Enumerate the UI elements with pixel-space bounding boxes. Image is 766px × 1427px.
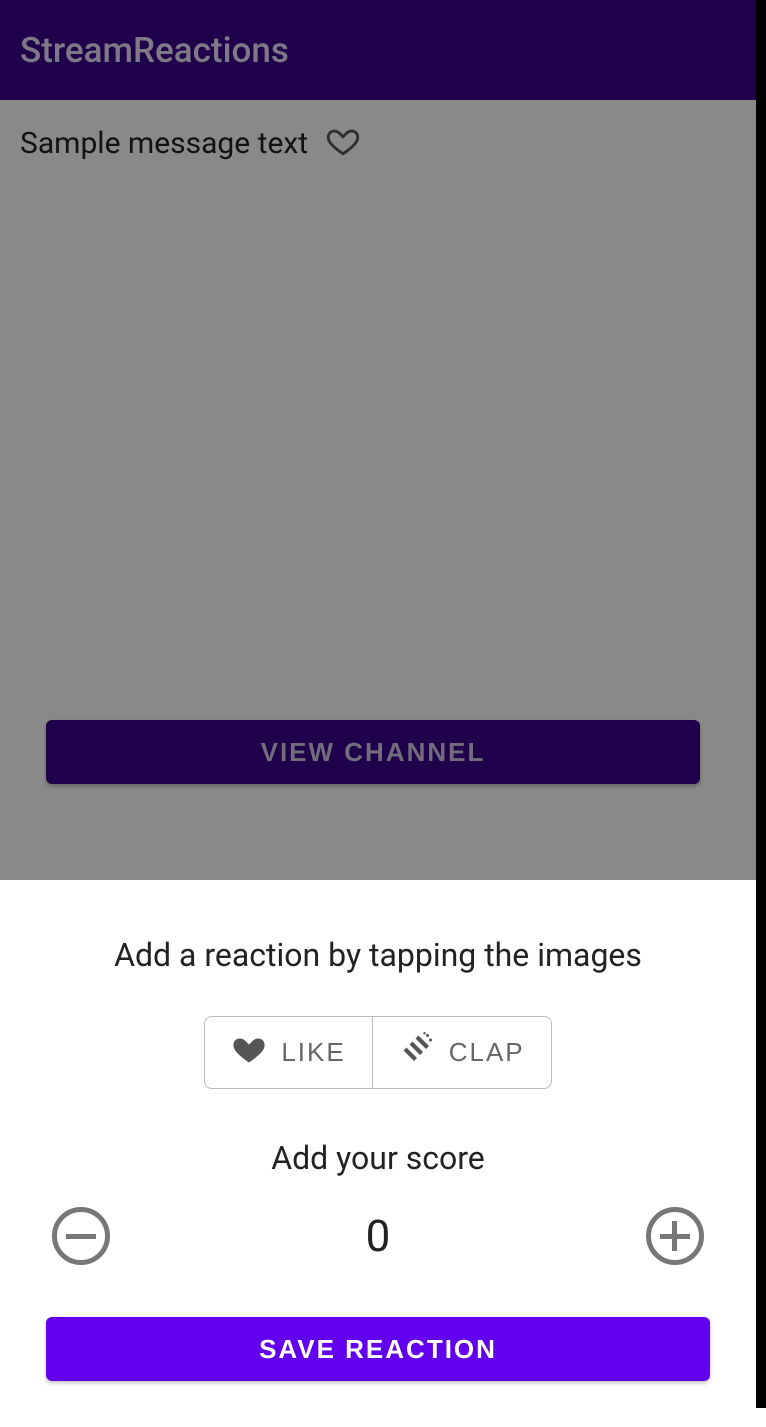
heart-outline-icon[interactable] bbox=[326, 124, 360, 162]
message-text: Sample message text bbox=[20, 126, 308, 161]
message-row: Sample message text bbox=[20, 124, 736, 162]
like-label: LIKE bbox=[281, 1037, 345, 1068]
plus-icon-v bbox=[672, 1221, 677, 1251]
app-header: StreamReactions bbox=[0, 0, 756, 100]
reaction-toggle-group: LIKE CLAP bbox=[46, 1016, 710, 1089]
bottom-sheet: Add a reaction by tapping the images LIK… bbox=[0, 880, 756, 1427]
clap-icon bbox=[399, 1031, 435, 1074]
clap-label: CLAP bbox=[449, 1037, 525, 1068]
right-edge-bar bbox=[756, 0, 766, 1408]
view-channel-button[interactable]: VIEW CHANNEL bbox=[46, 720, 700, 784]
score-label: Add your score bbox=[46, 1139, 710, 1177]
app-title: StreamReactions bbox=[20, 30, 289, 71]
like-toggle-button[interactable]: LIKE bbox=[204, 1016, 371, 1089]
screen: StreamReactions Sample message text VIEW… bbox=[0, 0, 756, 1408]
heart-icon bbox=[231, 1031, 267, 1074]
score-row: 0 bbox=[46, 1207, 710, 1265]
sheet-instruction: Add a reaction by tapping the images bbox=[46, 936, 710, 974]
main-content: Sample message text bbox=[0, 100, 756, 162]
save-reaction-button[interactable]: SAVE REACTION bbox=[46, 1317, 710, 1381]
minus-icon bbox=[66, 1234, 96, 1239]
plus-button[interactable] bbox=[646, 1207, 704, 1265]
score-value: 0 bbox=[366, 1210, 391, 1262]
minus-button[interactable] bbox=[52, 1207, 110, 1265]
clap-toggle-button[interactable]: CLAP bbox=[372, 1016, 552, 1089]
